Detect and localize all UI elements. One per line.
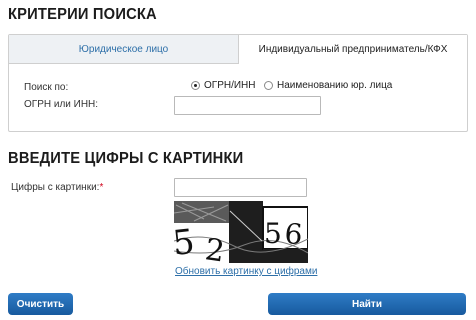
captcha-input[interactable] [174, 178, 307, 197]
tab-individual-entrepreneur[interactable]: Индивидуальный предприниматель/КФХ [239, 35, 467, 64]
search-criteria-title: КРИТЕРИИ ПОИСКА [8, 6, 157, 23]
search-by-label: Поиск по: [24, 82, 69, 93]
search-criteria-panel: Юридическое лицо Индивидуальный предприн… [8, 34, 468, 132]
captcha-picture: 5256 [174, 201, 308, 263]
captcha-image: 5256 [174, 201, 308, 263]
radio-option-name[interactable]: Наименованию юр. лица [264, 80, 392, 91]
entity-type-tabs: Юридическое лицо Индивидуальный предприн… [9, 35, 467, 64]
required-mark: * [99, 182, 104, 193]
radio-label-name: Наименованию юр. лица [277, 80, 393, 91]
captcha-input-label: Цифры с картинки:* [11, 182, 103, 193]
radio-button-checked[interactable] [191, 81, 200, 90]
tab-legal-entity[interactable]: Юридическое лицо [9, 35, 239, 64]
captcha-title: ВВЕДИТЕ ЦИФРЫ С КАРТИНКИ [8, 150, 244, 167]
ogrn-inn-input[interactable] [174, 96, 321, 115]
radio-option-ogrn-inn[interactable]: ОГРН/ИНН [191, 80, 256, 91]
captcha-digit: 6 [284, 217, 304, 251]
radio-label-ogrn-inn: ОГРН/ИНН [204, 80, 256, 91]
radio-button-unchecked[interactable] [264, 81, 273, 90]
clear-button[interactable]: Очистить [8, 293, 73, 315]
captcha-digit: 5 [264, 217, 282, 250]
refresh-captcha-link[interactable]: Обновить картинку с цифрами [175, 266, 317, 277]
search-page: КРИТЕРИИ ПОИСКА Юридическое лицо Индивид… [0, 0, 476, 320]
ogrn-inn-label: ОГРН или ИНН: [24, 99, 99, 110]
captcha-input-label-text: Цифры с картинки: [11, 182, 100, 193]
find-button[interactable]: Найти [268, 293, 466, 315]
captcha-digit: 2 [203, 232, 227, 263]
